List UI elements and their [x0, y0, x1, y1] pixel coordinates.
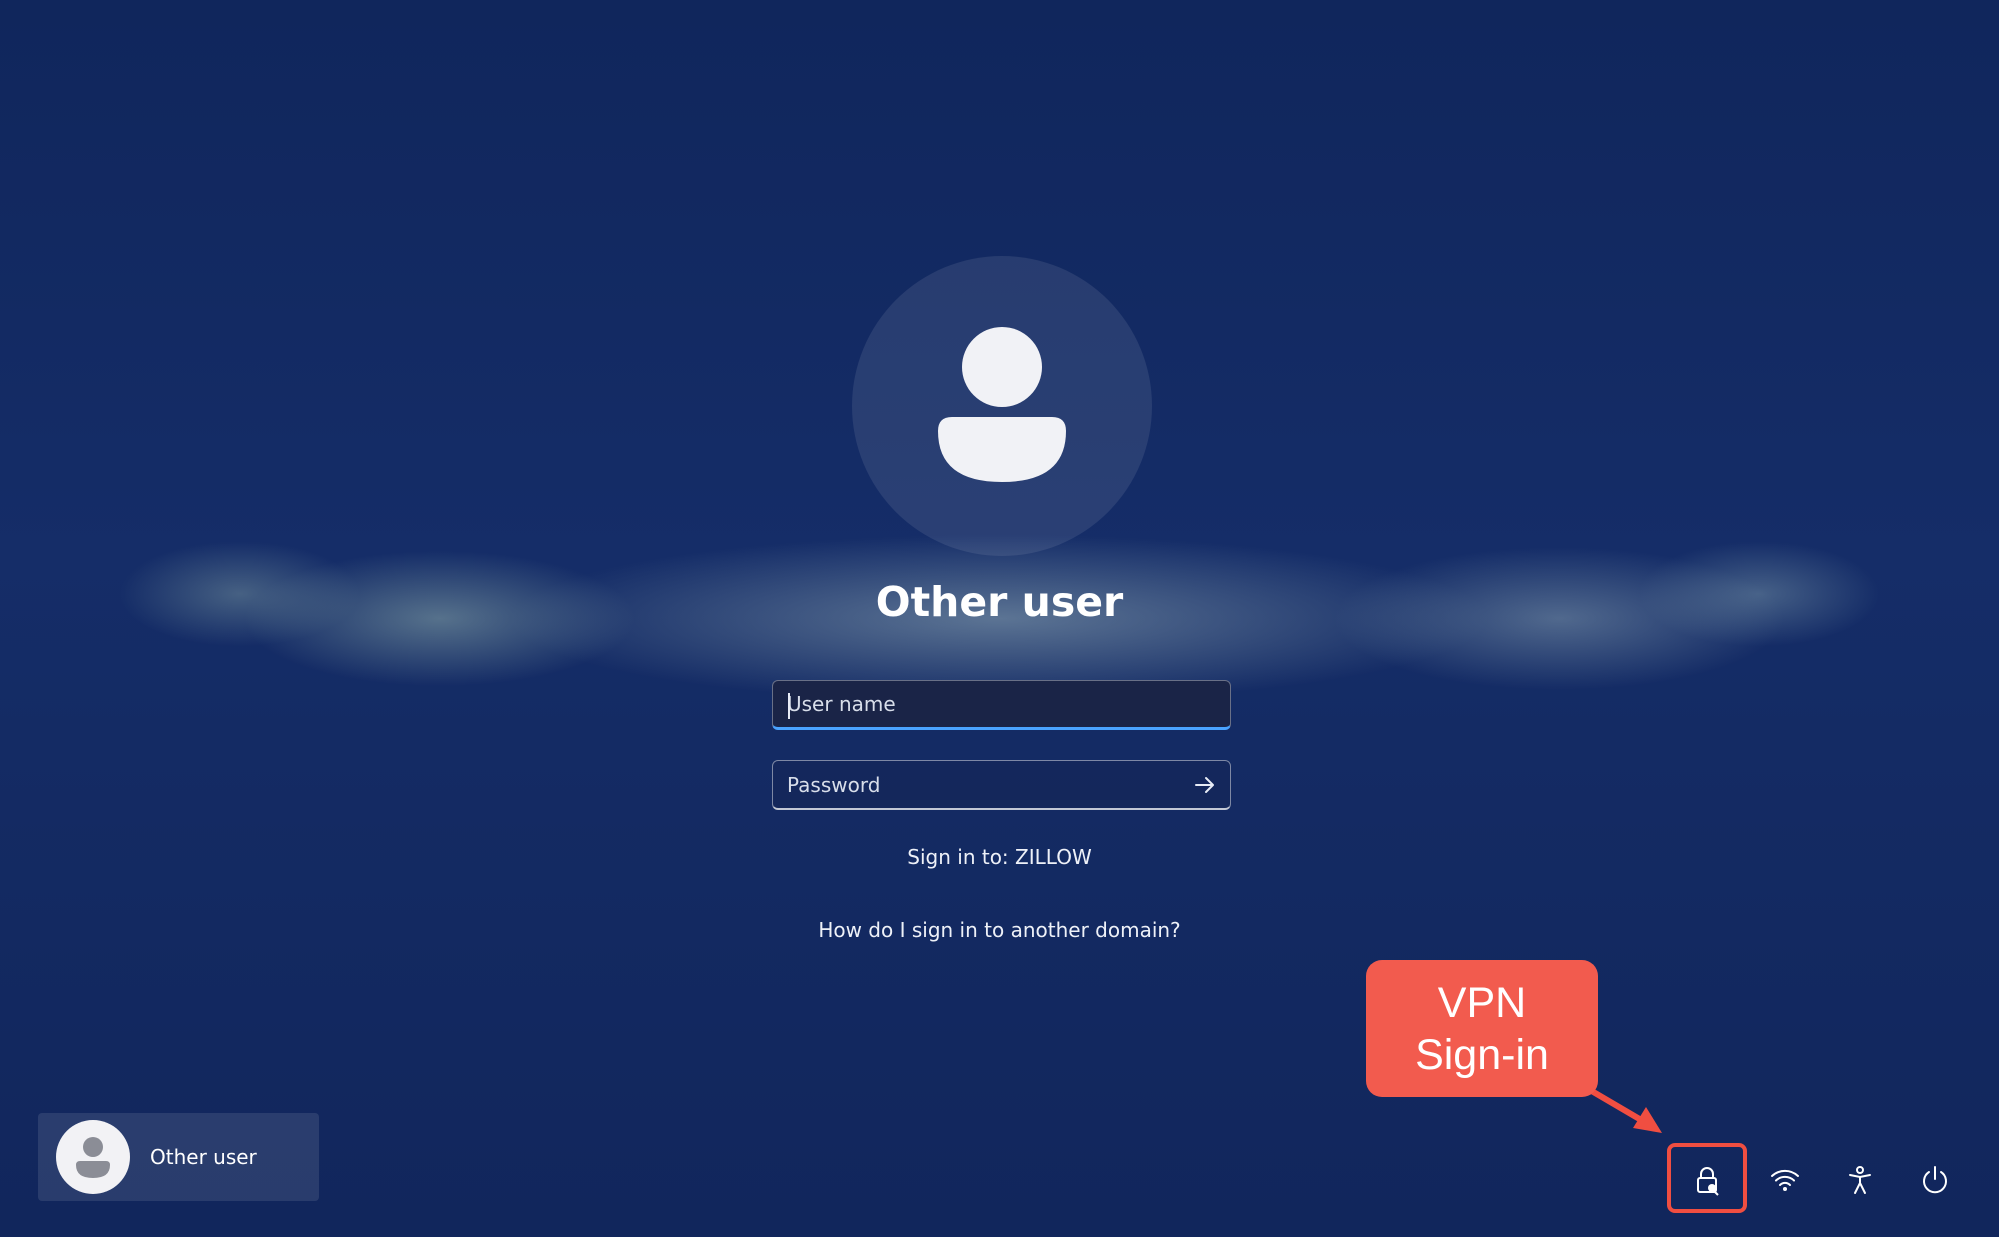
wifi-icon — [1771, 1169, 1799, 1191]
arrow-right-icon — [1195, 777, 1214, 793]
vpn-sign-in-callout: VPN Sign-in — [1366, 960, 1598, 1097]
username-input[interactable] — [773, 681, 1230, 727]
text-caret — [788, 693, 790, 719]
callout-line-1: VPN — [1437, 978, 1527, 1027]
user-tile-label: Other user — [150, 1145, 257, 1169]
wifi-button[interactable] — [1757, 1152, 1813, 1208]
password-field[interactable] — [772, 760, 1231, 810]
accessibility-icon — [1849, 1166, 1871, 1194]
sign-in-domain-text: Sign in to: ZILLOW — [907, 845, 1092, 869]
power-button[interactable] — [1907, 1152, 1963, 1208]
other-domain-link[interactable]: How do I sign in to another domain? — [0, 918, 1999, 942]
password-input[interactable] — [773, 761, 1230, 808]
vpn-highlight-box — [1667, 1143, 1747, 1213]
username-field[interactable] — [772, 680, 1231, 730]
callout-line-2: Sign-in — [1415, 1030, 1549, 1079]
user-icon — [76, 1137, 110, 1178]
accessibility-button[interactable] — [1832, 1152, 1888, 1208]
user-avatar — [852, 256, 1152, 556]
submit-button[interactable] — [1190, 770, 1220, 800]
account-name-title: Other user — [875, 578, 1124, 626]
small-avatar — [56, 1120, 130, 1194]
user-icon — [938, 327, 1066, 482]
power-icon — [1923, 1166, 1947, 1194]
user-switch-tile[interactable]: Other user — [38, 1113, 319, 1201]
